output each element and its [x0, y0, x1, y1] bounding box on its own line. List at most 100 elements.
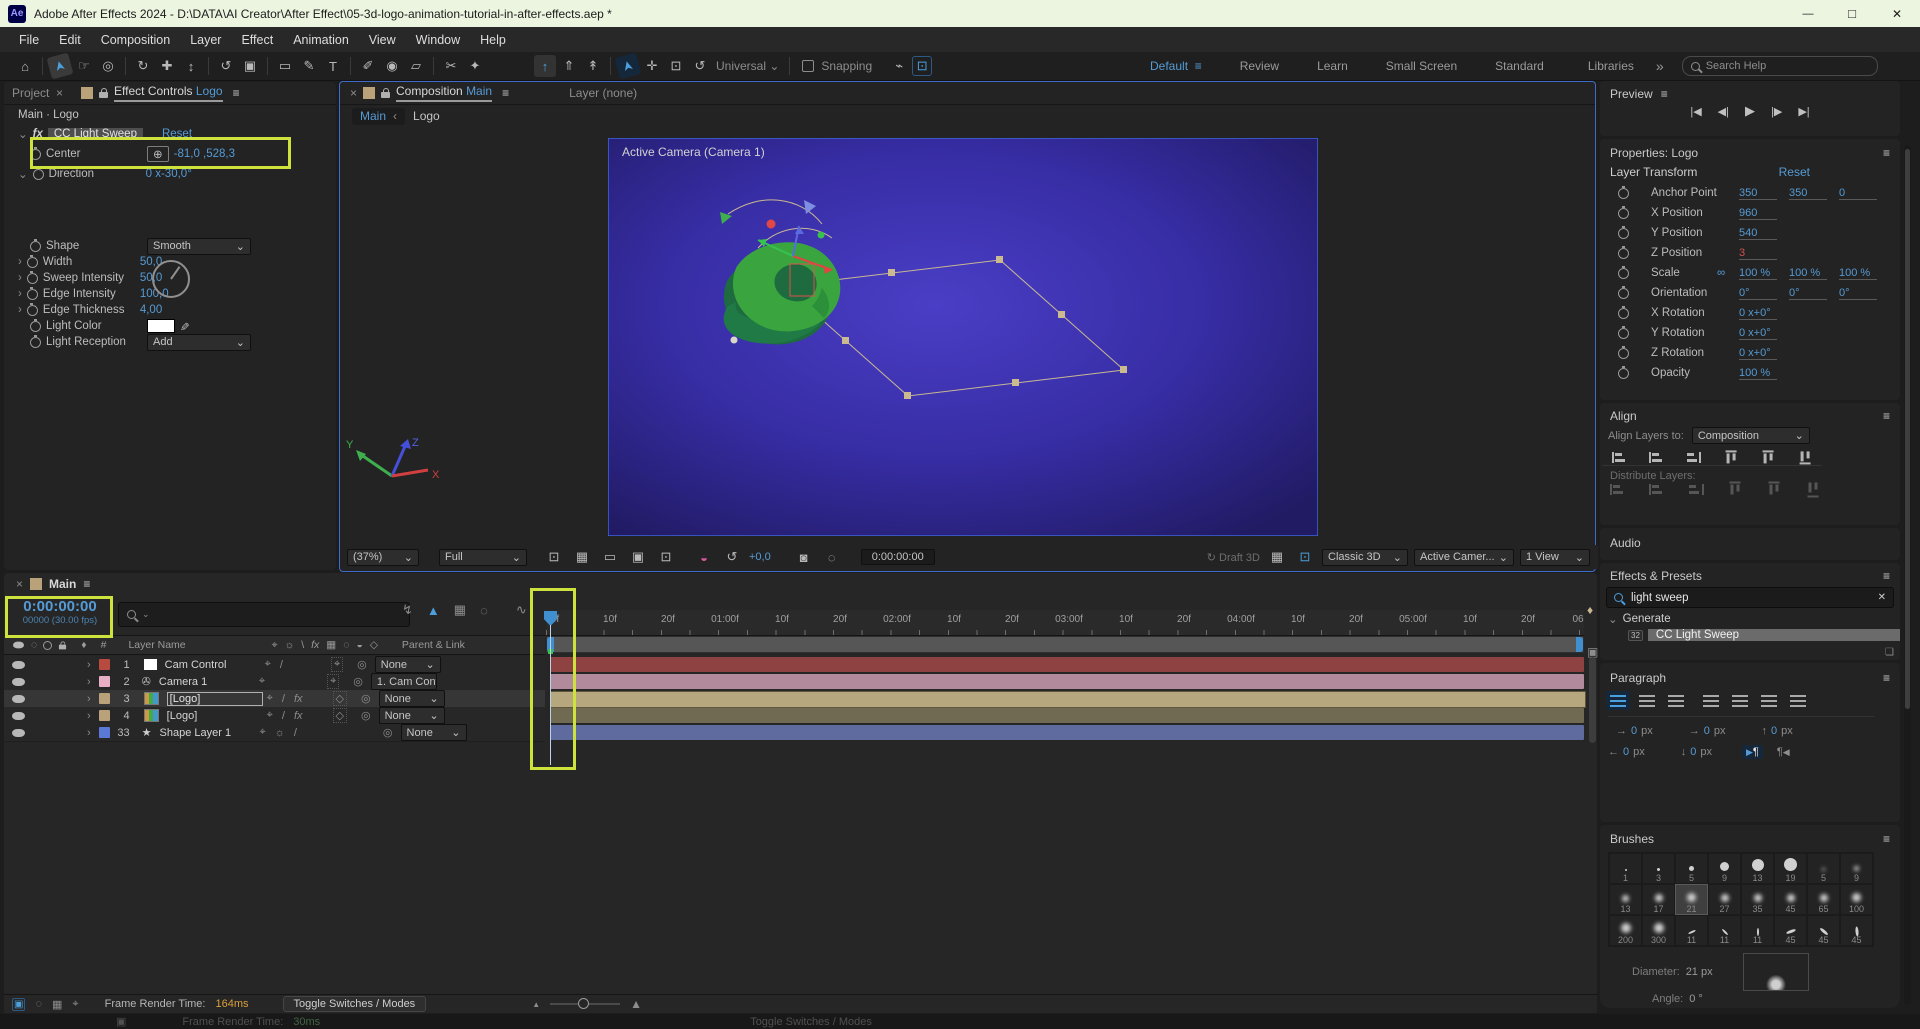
layer-bar-1[interactable] — [550, 657, 1584, 672]
stopwatch-icon[interactable] — [1618, 305, 1629, 319]
brush-angle-value[interactable]: 0 ° — [1689, 993, 1703, 1005]
stopwatch-icon[interactable] — [32, 166, 44, 180]
align-to-dropdown[interactable]: Composition ⌄ — [1691, 427, 1810, 444]
space-before-field[interactable]: ↑ 0 px — [1762, 725, 1793, 737]
parent-pickwhip-icon[interactable]: ◎ — [383, 726, 393, 739]
brush-diameter-value[interactable]: 21 px — [1686, 966, 1713, 978]
opacity-value[interactable]: 100 % — [1739, 367, 1777, 380]
effect-header-row[interactable]: ⌄ fx CC Light Sweep Reset — [4, 125, 336, 142]
brush-angled-45c[interactable]: 45 — [1840, 915, 1873, 946]
shape-tool[interactable]: ▭ — [274, 55, 296, 77]
brush-5[interactable]: 5 — [1675, 853, 1708, 884]
frame-blend-footer-icon[interactable]: ◌ — [35, 998, 42, 1010]
workspace-default[interactable]: Default ≡ — [1150, 59, 1202, 73]
timeline-scrollbar[interactable] — [1589, 657, 1596, 743]
light-color-swatch[interactable] — [147, 319, 175, 333]
layer-name[interactable]: [Logo] — [166, 691, 263, 706]
clear-search-icon[interactable]: ✕ — [1878, 592, 1886, 603]
layer-row-2[interactable]: › 2 ✇ Camera 1 ⌖ ⌖ ◎ 1. Cam Contro⌄ — [4, 673, 545, 691]
brush-angled-11b[interactable]: 11 — [1708, 915, 1741, 946]
edge-thickness-value[interactable]: 4,00 — [140, 304, 162, 316]
region-of-interest-icon[interactable]: ▭ — [599, 546, 621, 568]
brush-3[interactable]: 3 — [1642, 853, 1675, 884]
eye-icon[interactable] — [12, 728, 25, 737]
justify-last-right-button[interactable] — [1757, 691, 1781, 710]
shy-column-icon[interactable]: ⌖ — [272, 639, 278, 652]
parent-dropdown[interactable]: None ⌄ — [400, 724, 467, 741]
orientation-y-value[interactable]: 0° — [1789, 287, 1827, 300]
shy-switch[interactable]: ⌖ — [267, 692, 273, 705]
brush-9[interactable]: 9 — [1708, 853, 1741, 884]
crop-icon[interactable]: ⊡ — [655, 546, 677, 568]
brush-soft-9[interactable]: 9 — [1840, 853, 1873, 884]
snap-to-features-icon[interactable]: ⊡ — [912, 56, 933, 76]
puppet-pin-tool[interactable]: ✦ — [464, 55, 486, 77]
quality-switch[interactable]: / — [280, 659, 283, 671]
effects-search-box[interactable]: light sweep ✕ — [1606, 587, 1894, 608]
layer-name[interactable]: [Logo] — [167, 710, 263, 722]
effects-search-value[interactable]: light sweep — [1631, 592, 1870, 604]
brush-soft-65[interactable]: 65 — [1807, 884, 1840, 915]
align-bottom-button[interactable] — [1799, 450, 1811, 465]
stopwatch-icon[interactable] — [1618, 225, 1629, 239]
orbit-camera-tool[interactable]: ↻ — [132, 55, 154, 77]
threed-column-icon[interactable]: ◇ — [370, 639, 378, 651]
breadcrumb-main[interactable]: Main ‹ — [352, 107, 406, 125]
selection-tool[interactable]: ➤ — [46, 52, 74, 80]
exposure-reset-icon[interactable]: ↺ — [721, 546, 743, 568]
layer-name[interactable]: Camera 1 — [159, 676, 255, 688]
timeline-ruler[interactable]: 0f 10f 20f 01:00f 10f 20f 02:00f 10f 20f… — [546, 610, 1584, 636]
anchor-z-value[interactable]: 0 — [1839, 187, 1877, 200]
previous-frame-button[interactable]: ◀| — [1718, 105, 1729, 118]
timeline-zoom-slider[interactable] — [550, 998, 621, 1009]
layer-bar-3[interactable] — [550, 691, 1586, 708]
justify-all-button[interactable] — [1786, 691, 1810, 710]
work-area-bar[interactable] — [546, 636, 1584, 653]
zoom-in-icon[interactable]: ▲ — [630, 997, 642, 1011]
maximize-button[interactable]: □ — [1830, 0, 1874, 27]
eyedropper-icon[interactable]: ✐ — [180, 319, 190, 333]
anchor-x-value[interactable]: 350 — [1739, 187, 1777, 200]
draft-3d-toggle[interactable]: ↻ Draft 3D — [1207, 551, 1260, 564]
solo-column-icon[interactable] — [43, 640, 53, 650]
minimize-button[interactable]: — — [1786, 0, 1830, 27]
lock-column-icon[interactable] — [59, 640, 67, 649]
expand-icon[interactable]: › — [87, 693, 91, 705]
menu-view[interactable]: View — [360, 33, 405, 47]
menu-animation[interactable]: Animation — [284, 33, 358, 47]
shy-switch[interactable]: ⌖ — [260, 726, 266, 739]
layer-bar-2[interactable] — [550, 674, 1584, 689]
shy-switch[interactable]: ⌖ — [265, 658, 271, 671]
indent-left-field[interactable]: → 0 px — [1616, 725, 1653, 737]
align-right-button[interactable] — [1686, 452, 1701, 463]
audio-column-icon[interactable]: ◌ — [31, 639, 37, 651]
panel-corner-icon[interactable]: ❏ — [1885, 647, 1894, 658]
direction-dial[interactable] — [152, 260, 190, 298]
workspace-small-screen[interactable]: Small Screen — [1386, 59, 1457, 73]
stopwatch-icon[interactable] — [26, 270, 38, 284]
quality-switch[interactable]: / — [282, 693, 285, 705]
graph-editor-icon[interactable]: ∿ — [516, 602, 527, 618]
zoom-tool[interactable]: ◎ — [97, 55, 119, 77]
orientation-x-value[interactable]: 0° — [1739, 287, 1777, 300]
brush-angled-45b[interactable]: 45 — [1807, 915, 1840, 946]
breadcrumb-logo[interactable]: Logo — [413, 109, 440, 123]
panel-menu-icon[interactable]: ≡ — [1661, 87, 1668, 101]
brush-angled-45a[interactable]: 45 — [1774, 915, 1807, 946]
home-tool[interactable]: ⌂ — [14, 55, 36, 77]
menu-file[interactable]: File — [10, 33, 48, 47]
eye-icon[interactable] — [12, 694, 25, 703]
layer-name[interactable]: Cam Control — [165, 659, 261, 671]
brush-soft-27[interactable]: 27 — [1708, 884, 1741, 915]
last-frame-button[interactable]: ▶| — [1798, 105, 1809, 118]
roto-brush-tool[interactable]: ✂ — [440, 55, 462, 77]
scale-z-value[interactable]: 100 % — [1839, 267, 1877, 280]
current-time-display[interactable]: 0:00:00:00 00000 (30.00 fps) — [10, 598, 110, 631]
prop-direction-row[interactable]: ⌄ Direction 0 x-30,0° — [4, 166, 336, 182]
parent-pickwhip-icon[interactable]: ◎ — [357, 658, 367, 671]
stopwatch-icon[interactable] — [26, 302, 38, 316]
x-position-value[interactable]: 960 — [1739, 207, 1777, 220]
layer-bar-4[interactable] — [550, 708, 1584, 723]
stopwatch-icon[interactable] — [30, 318, 41, 332]
move-gizmo[interactable]: ✛ — [641, 55, 663, 77]
